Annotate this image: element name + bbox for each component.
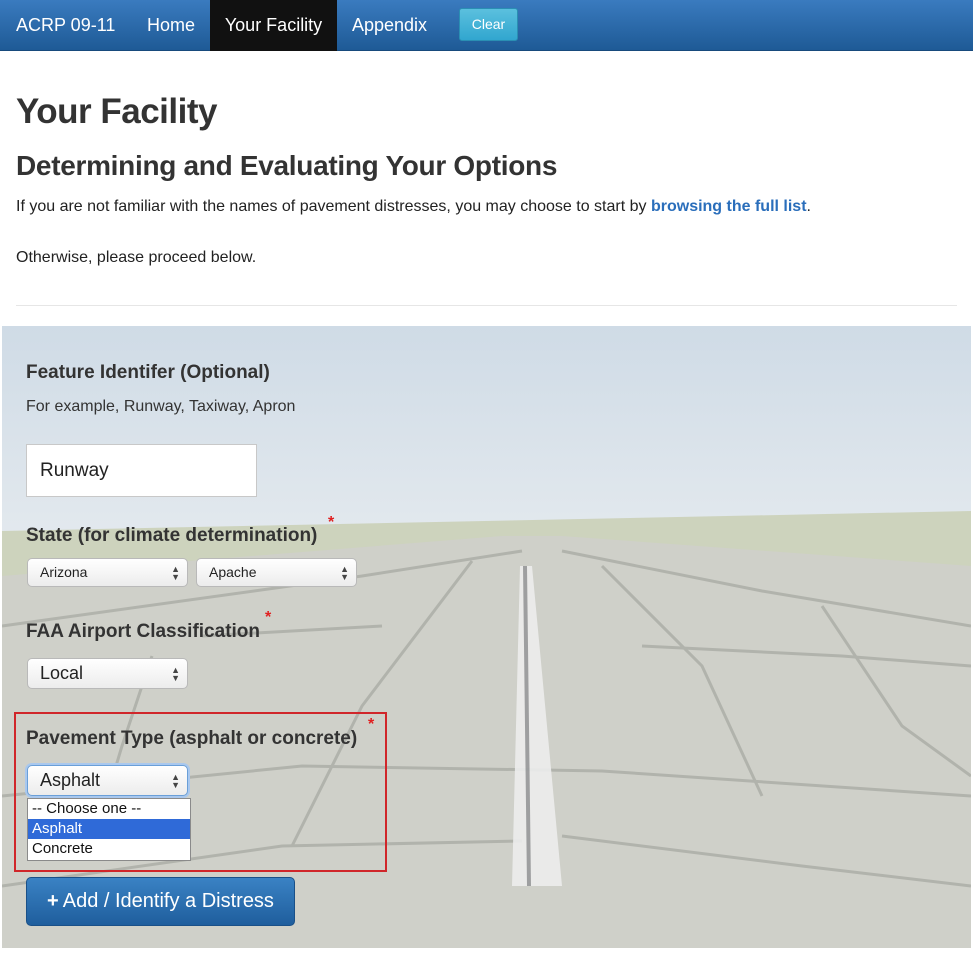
nav-brand[interactable]: ACRP 09-11 [2,0,129,51]
pavement-type-dropdown: -- Choose one -- Asphalt Concrete [27,798,191,861]
state-required-mark: * [328,514,335,531]
faa-select-value: Local [40,663,84,683]
state-label: State (for climate determination) [26,525,318,546]
nav-your-facility[interactable]: Your Facility [210,0,337,51]
updown-arrows-icon: ▲ ▼ [171,563,180,582]
faa-required-mark: * [265,609,272,626]
dropdown-option-asphalt[interactable]: Asphalt [28,819,190,839]
feature-hint: For example, Runway, Taxiway, Apron [26,398,296,415]
faa-classification-select[interactable]: Local ▲ ▼ [27,658,188,689]
plus-icon: + [47,890,59,912]
browse-full-list-link[interactable]: browsing the full list [651,198,807,215]
intro-text-end: . [806,198,811,215]
county-select[interactable]: Apache ▲ ▼ [196,558,357,587]
feature-label: Feature Identifer (Optional) [26,362,270,383]
dropdown-option-concrete[interactable]: Concrete [28,839,190,859]
pavement-type-select[interactable]: Asphalt ▲ ▼ [27,765,188,796]
pavement-select-value: Asphalt [40,770,101,790]
nav-home[interactable]: Home [133,0,209,51]
updown-arrows-icon: ▲ ▼ [171,664,180,683]
add-distress-label: Add / Identify a Distress [62,890,274,912]
pavement-label: Pavement Type (asphalt or concrete) [26,728,358,749]
proceed-text: Otherwise, please proceed below. [16,249,257,266]
state-select[interactable]: Arizona ▲ ▼ [27,558,188,587]
page-subtitle: Determining and Evaluating Your Options [16,150,558,181]
intro-text: If you are not familiar with the names o… [16,198,811,216]
state-select-value: Arizona [40,564,88,580]
updown-arrows-icon: ▲ ▼ [171,771,180,790]
dropdown-option-choose-one[interactable]: -- Choose one -- [28,799,190,819]
add-distress-button[interactable]: + Add / Identify a Distress [26,877,295,926]
county-select-value: Apache [209,564,257,580]
updown-arrows-icon: ▲ ▼ [340,563,349,582]
pavement-required-mark: * [368,716,375,733]
divider [16,305,957,306]
page-title: Your Facility [16,92,217,131]
intro-text-start: If you are not familiar with the names o… [16,198,651,215]
nav-appendix[interactable]: Appendix [338,0,441,51]
clear-button[interactable]: Clear [459,8,518,41]
feature-input[interactable]: Runway [26,444,257,497]
navbar: ACRP 09-11 Home Your Facility Appendix C… [0,0,973,51]
faa-label: FAA Airport Classification [26,621,261,642]
